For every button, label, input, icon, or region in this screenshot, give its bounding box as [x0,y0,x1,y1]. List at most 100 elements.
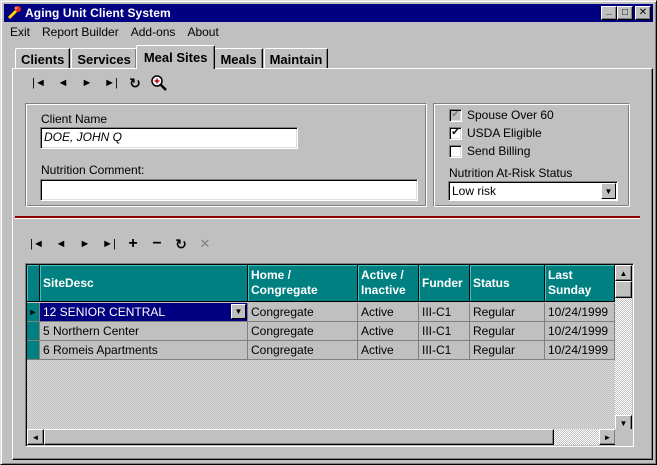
next-record-button[interactable]: ► [75,73,99,93]
minus-icon: − [152,235,162,252]
cell-sitedesc[interactable]: 6 Romeis Apartments [40,341,248,360]
refresh-icon: ↻ [129,74,141,91]
cell-last-sunday[interactable]: 10/24/1999 [545,303,615,322]
refresh-button[interactable]: ↻ [123,73,147,93]
table-row[interactable]: 6 Romeis Apartments Congregate Active II… [27,341,615,360]
table-row[interactable]: 5 Northern Center Congregate Active III-… [27,322,615,341]
header-last-sunday[interactable]: Last Sunday [545,265,615,302]
grid-cancel-button[interactable]: ✕ [193,234,217,254]
cell-home-congregate[interactable]: Congregate [248,303,358,322]
usda-eligible-checkbox[interactable]: ✔ [449,126,462,140]
record-navigator: |◄ ◄ ► ►| ↻ [27,73,171,93]
usda-eligible-row[interactable]: ✔ USDA Eligible [449,126,542,140]
close-button[interactable]: ✕ [635,6,651,20]
spouse-over-60-row[interactable]: ✔ Spouse Over 60 [449,108,554,122]
send-billing-checkbox[interactable] [449,144,462,158]
prev-icon: ◄ [55,238,67,250]
cell-active-inactive[interactable]: Active [358,322,419,341]
cell-active-inactive[interactable]: Active [358,303,419,322]
horizontal-scroll-thumb[interactable] [44,429,554,445]
minimize-button[interactable]: _ [601,6,617,20]
cell-funder[interactable]: III-C1 [419,322,470,341]
cell-status[interactable]: Regular [470,322,545,341]
next-icon: ► [81,77,93,89]
spouse-over-60-checkbox[interactable]: ✔ [449,108,462,122]
client-name-field[interactable]: DOE, JOHN Q [40,127,298,149]
tab-meals[interactable]: Meals [214,48,263,69]
header-selector [27,265,40,302]
chevron-down-icon[interactable]: ▼ [601,183,616,199]
risk-status-value: Low risk [452,184,497,198]
cell-last-sunday[interactable]: 10/24/1999 [545,322,615,341]
grid-add-button[interactable]: + [121,234,145,254]
scroll-right-icon[interactable]: ► [599,429,616,445]
grid-delete-button[interactable]: − [145,234,169,254]
client-info-group: Client Name DOE, JOHN Q Nutrition Commen… [25,103,427,207]
vertical-scrollbar[interactable]: ▲ ▼ [615,265,632,431]
menu-exit[interactable]: Exit [4,25,36,39]
tab-clients[interactable]: Clients [15,48,71,69]
first-record-button[interactable]: |◄ [27,73,51,93]
client-name-label: Client Name [41,112,108,126]
sitedesc-value: 12 SENIOR CENTRAL [43,305,166,319]
grid-refresh-button[interactable]: ↻ [169,234,193,254]
menu-report-builder[interactable]: Report Builder [36,25,125,39]
scroll-up-icon[interactable]: ▲ [615,265,632,281]
scroll-left-icon[interactable]: ◄ [27,429,44,445]
header-sitedesc[interactable]: SiteDesc [40,265,248,302]
cell-status[interactable]: Regular [470,341,545,360]
cell-status[interactable]: Regular [470,303,545,322]
cancel-icon: ✕ [199,236,211,251]
menu-add-ons[interactable]: Add-ons [125,25,182,39]
app-icon [6,5,22,21]
grid-rows: ► 12 SENIOR CENTRAL ▼ Congregate Active … [27,303,615,360]
risk-status-select[interactable]: Low risk ▼ [448,181,618,201]
send-billing-row[interactable]: Send Billing [449,144,530,158]
scroll-thumb[interactable] [615,281,632,298]
first-icon: |◄ [32,77,46,89]
grid-next-button[interactable]: ► [73,234,97,254]
row-selector[interactable] [27,322,40,341]
grid-prev-button[interactable]: ◄ [49,234,73,254]
next-icon: ► [79,238,91,250]
header-funder[interactable]: Funder [419,265,470,302]
cell-sitedesc[interactable]: 12 SENIOR CENTRAL ▼ [40,303,248,322]
prev-icon: ◄ [57,77,69,89]
table-row[interactable]: ► 12 SENIOR CENTRAL ▼ Congregate Active … [27,303,615,322]
prev-record-button[interactable]: ◄ [51,73,75,93]
grid-header: SiteDesc Home / Congregate Active / Inac… [27,265,615,302]
tab-maintain[interactable]: Maintain [263,48,329,69]
nutrition-comment-field[interactable] [40,179,418,201]
cell-funder[interactable]: III-C1 [419,303,470,322]
plus-icon: + [128,235,138,252]
last-icon: ►| [104,77,118,89]
maximize-icon: □ [621,7,629,18]
maximize-button[interactable]: □ [617,6,633,20]
first-icon: |◄ [30,238,44,250]
chevron-down-icon[interactable]: ▼ [231,304,246,319]
send-billing-label: Send Billing [467,144,531,158]
grid-last-button[interactable]: ►| [97,234,121,254]
tab-meal-sites[interactable]: Meal Sites [135,45,216,69]
cell-sitedesc[interactable]: 5 Northern Center [40,322,248,341]
tab-services[interactable]: Services [71,48,137,69]
search-button[interactable] [147,73,171,93]
cell-funder[interactable]: III-C1 [419,341,470,360]
menu-about[interactable]: About [181,25,224,39]
cell-home-congregate[interactable]: Congregate [248,341,358,360]
cell-active-inactive[interactable]: Active [358,341,419,360]
horizontal-scrollbar[interactable]: ◄ ► [27,429,616,445]
grid-first-button[interactable]: |◄ [25,234,49,254]
cell-home-congregate[interactable]: Congregate [248,322,358,341]
header-active-inactive[interactable]: Active / Inactive [358,265,419,302]
cell-last-sunday[interactable]: 10/24/1999 [545,341,615,360]
title-bar[interactable]: Aging Unit Client System _ □ ✕ [4,4,653,22]
window-title: Aging Unit Client System [25,6,171,20]
nutrition-options-group: ✔ Spouse Over 60 ✔ USDA Eligible Send Bi… [433,103,630,207]
last-record-button[interactable]: ►| [99,73,123,93]
header-status[interactable]: Status [470,265,545,302]
usda-eligible-label: USDA Eligible [467,126,542,140]
row-selector[interactable] [27,341,40,360]
nutrition-comment-label: Nutrition Comment: [41,163,145,177]
header-home-congregate[interactable]: Home / Congregate [248,265,358,302]
